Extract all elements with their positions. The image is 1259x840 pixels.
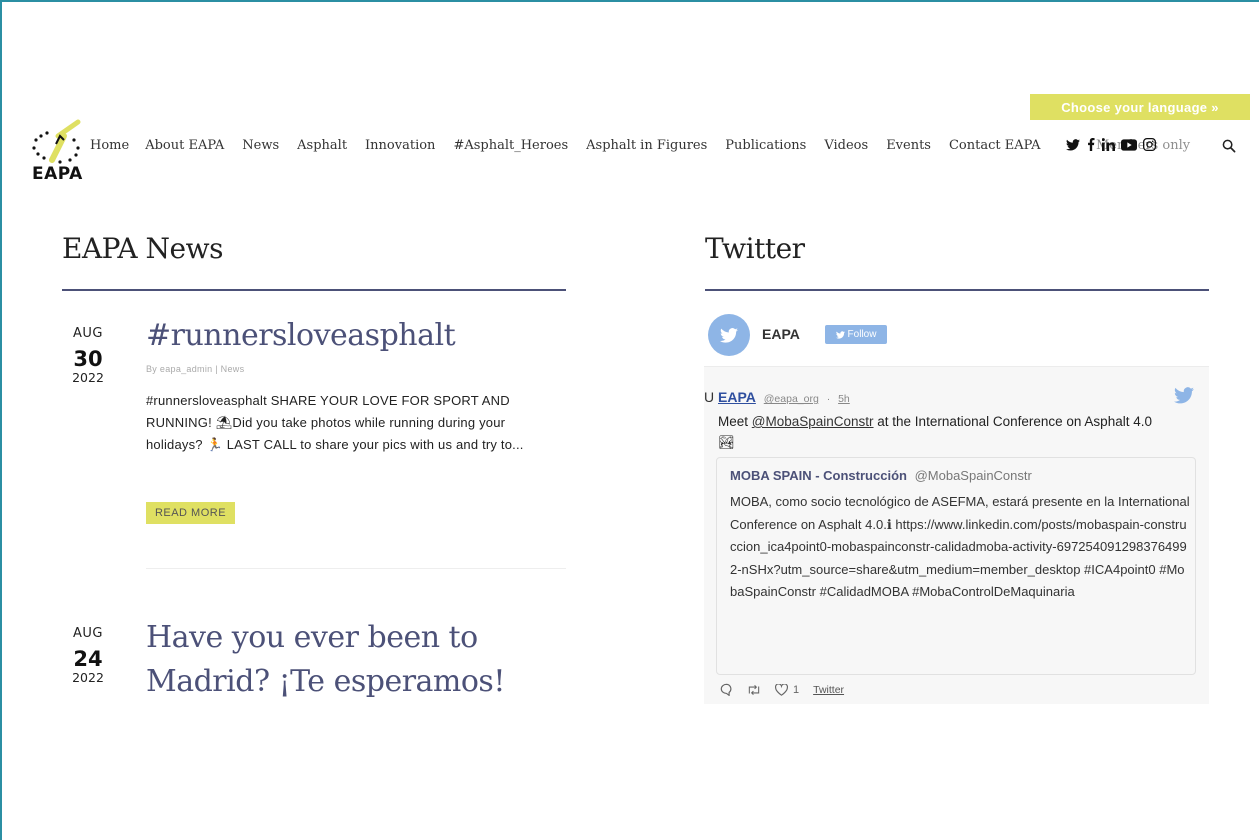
post-date-month: AUG bbox=[73, 626, 103, 641]
nav-about-eapa[interactable]: About EAPA bbox=[145, 138, 224, 153]
like-group[interactable]: 1 bbox=[775, 683, 800, 696]
post-date-year: 2022 bbox=[72, 370, 104, 385]
nav-asphalt[interactable]: Asphalt bbox=[297, 138, 347, 153]
heart-icon[interactable] bbox=[775, 683, 788, 696]
twitter-avatar[interactable] bbox=[708, 314, 750, 356]
post-excerpt: #runnersloveasphalt SHARE YOUR LOVE FOR … bbox=[146, 393, 524, 452]
tweet-actions: 1 Twitter bbox=[720, 683, 844, 696]
quoted-tweet-header: MOBA SPAIN - Construcción @MobaSpainCons… bbox=[730, 468, 1032, 483]
instagram-icon[interactable] bbox=[1143, 138, 1156, 151]
search-icon[interactable] bbox=[1222, 139, 1236, 153]
twitter-title-rule bbox=[705, 289, 1209, 291]
twitter-bird-icon bbox=[835, 330, 845, 339]
twitter-icon[interactable] bbox=[1066, 138, 1080, 151]
tweet-mention[interactable]: @MobaSpainConstr bbox=[752, 414, 874, 429]
like-count: 1 bbox=[793, 683, 800, 696]
post-byline: By eapa_admin | News bbox=[146, 364, 245, 374]
twitter-bird-icon[interactable] bbox=[1174, 387, 1194, 404]
post-title[interactable]: #runnersloveasphalt bbox=[146, 314, 456, 358]
nav-publications[interactable]: Publications bbox=[725, 138, 806, 153]
nav-asphalt-in-figures[interactable]: Asphalt in Figures bbox=[586, 138, 707, 153]
facebook-icon[interactable] bbox=[1086, 138, 1096, 151]
social-icons bbox=[1066, 138, 1156, 151]
quoted-tweet-handle: @MobaSpainConstr bbox=[914, 468, 1032, 483]
twitter-feed[interactable]: U EAPA @eapa_org · 5h Meet @MobaSpainCon… bbox=[704, 366, 1209, 704]
tweet-header: U EAPA @eapa_org · 5h bbox=[704, 389, 850, 405]
tweet-author-name[interactable]: EAPA bbox=[718, 389, 756, 405]
nav-videos[interactable]: Videos bbox=[824, 138, 868, 153]
twitter-section-title: Twitter bbox=[705, 232, 805, 265]
post-date-day: 30 bbox=[73, 347, 103, 371]
quoted-tweet-name: MOBA SPAIN - Construcción bbox=[730, 468, 907, 483]
tweet-time[interactable]: 5h bbox=[838, 393, 850, 405]
quoted-tweet[interactable]: MOBA SPAIN - Construcción @MobaSpainCons… bbox=[716, 457, 1196, 675]
post-divider bbox=[146, 568, 566, 569]
linkedin-icon[interactable] bbox=[1102, 138, 1115, 151]
read-more-button[interactable]: READ MORE bbox=[146, 502, 235, 524]
nav-events[interactable]: Events bbox=[886, 138, 931, 153]
tweet-prefix: U bbox=[704, 389, 715, 405]
twitter-account-name[interactable]: EAPA bbox=[762, 326, 800, 342]
nav-news[interactable]: News bbox=[242, 138, 279, 153]
nav-contact-eapa[interactable]: Contact EAPA bbox=[949, 138, 1041, 153]
youtube-icon[interactable] bbox=[1121, 138, 1137, 151]
twitter-bird-icon bbox=[720, 327, 738, 343]
news-section-title: EAPA News bbox=[62, 232, 223, 265]
post-title[interactable]: Have you ever been to Madrid? ¡Te espera… bbox=[146, 616, 546, 704]
nav-asphalt-heroes[interactable]: #Asphalt_Heroes bbox=[453, 138, 568, 153]
quoted-tweet-body: MOBA, como socio tecnológico de ASEFMA, … bbox=[730, 494, 1190, 599]
main-nav: Home About EAPA News Asphalt Innovation … bbox=[90, 138, 1190, 153]
tweet-text: Meet @MobaSpainConstr at the Internation… bbox=[718, 411, 1168, 453]
choose-language-button[interactable]: Choose your language » bbox=[1030, 94, 1250, 120]
reply-icon[interactable] bbox=[720, 683, 733, 696]
post-date-year: 2022 bbox=[72, 670, 104, 685]
nav-innovation[interactable]: Innovation bbox=[365, 138, 435, 153]
nav-home[interactable]: Home bbox=[90, 138, 129, 153]
twitter-follow-label: Follow bbox=[847, 329, 877, 340]
tweet-author-handle[interactable]: @eapa_org bbox=[764, 393, 819, 405]
retweet-icon[interactable] bbox=[747, 684, 761, 696]
twitter-follow-button[interactable]: Follow bbox=[825, 325, 887, 344]
post-date-month: AUG bbox=[73, 326, 103, 341]
twitter-link[interactable]: Twitter bbox=[813, 684, 844, 696]
logo-text: EAPA bbox=[32, 164, 83, 184]
tweet-separator: · bbox=[826, 393, 831, 405]
tweet-text-before: Meet bbox=[718, 414, 752, 429]
post-date: AUG 24 2022 bbox=[62, 626, 114, 685]
post-date-day: 24 bbox=[73, 647, 103, 671]
post-date: AUG 30 2022 bbox=[62, 326, 114, 385]
news-title-rule bbox=[62, 289, 566, 291]
